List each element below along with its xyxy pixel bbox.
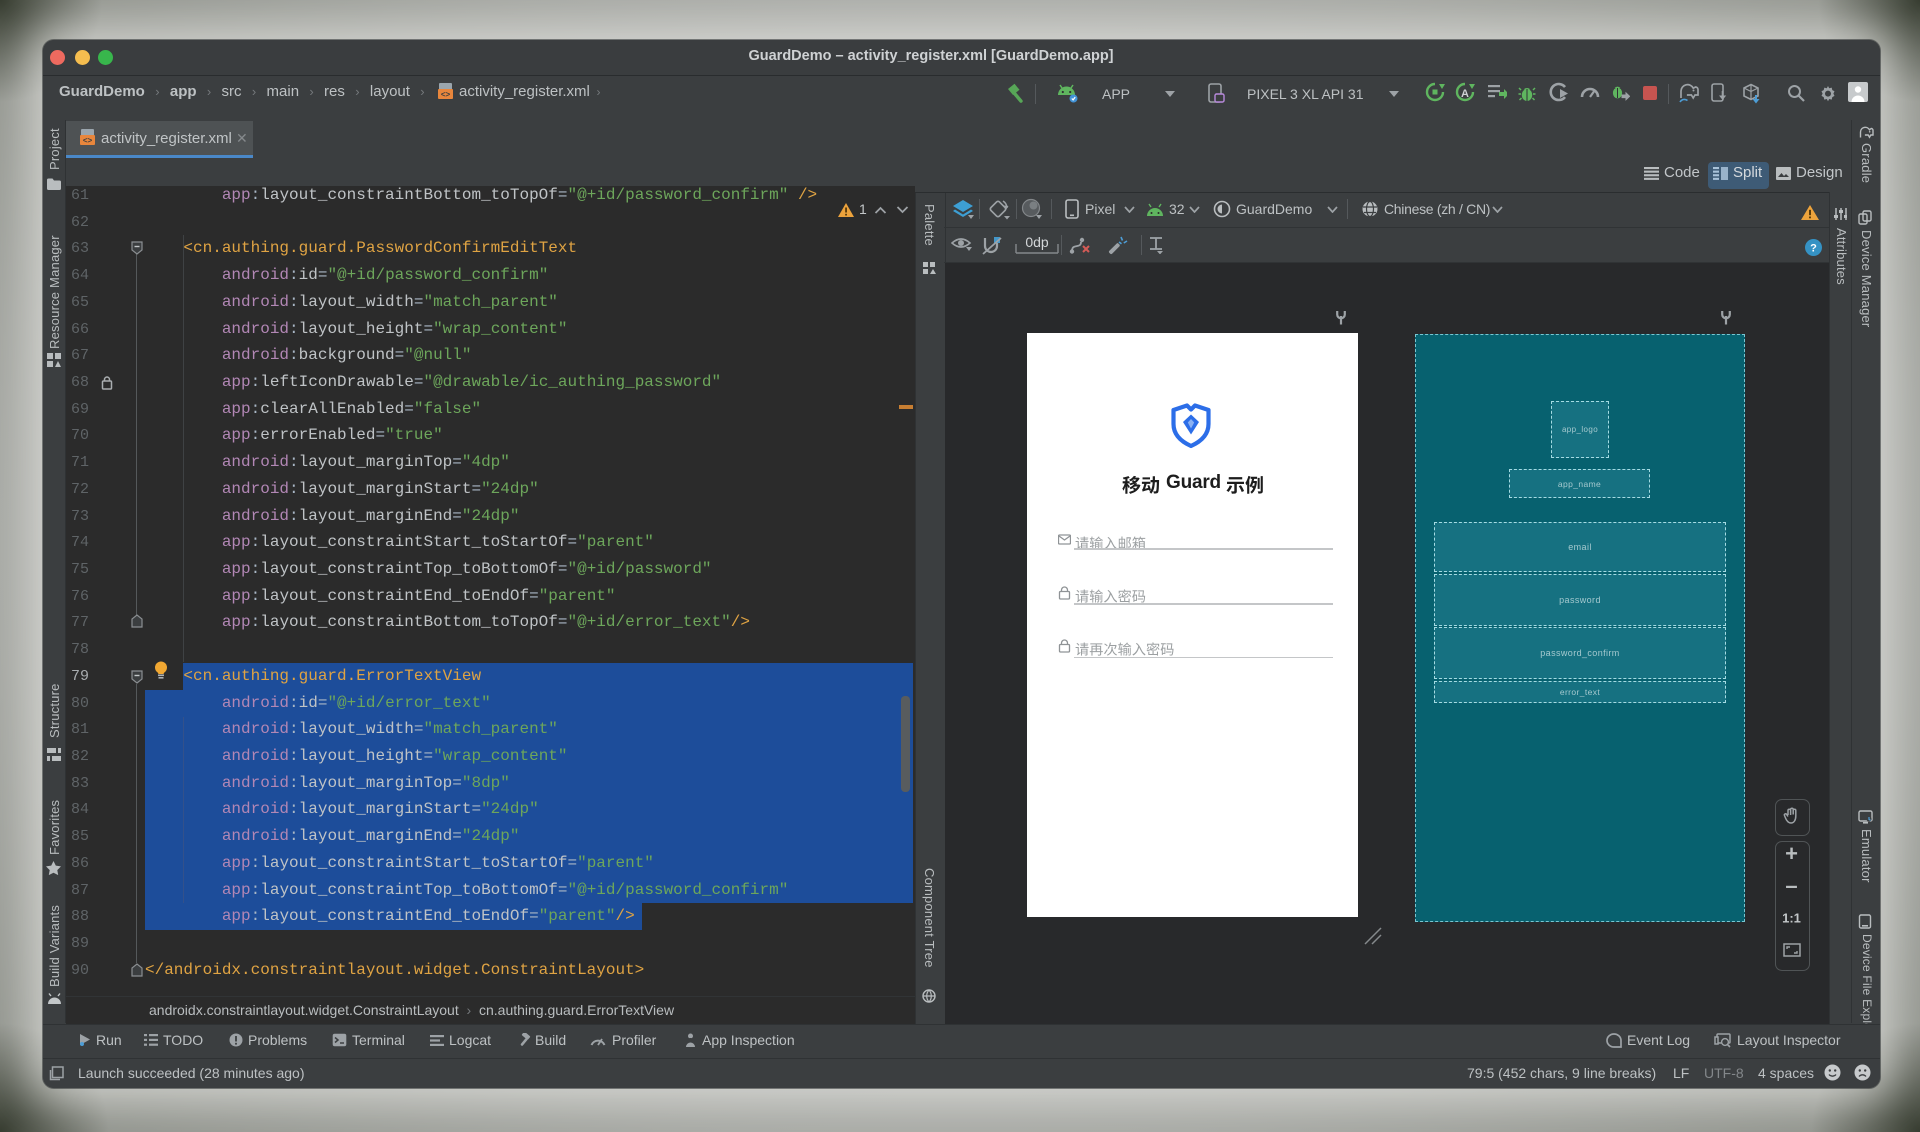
svg-text:0dp: 0dp: [1025, 234, 1049, 250]
svg-text:<>: <>: [441, 90, 451, 99]
svg-text:A: A: [1461, 88, 1469, 100]
svg-text:<>: <>: [83, 136, 93, 145]
svg-text:?: ?: [1810, 243, 1817, 255]
